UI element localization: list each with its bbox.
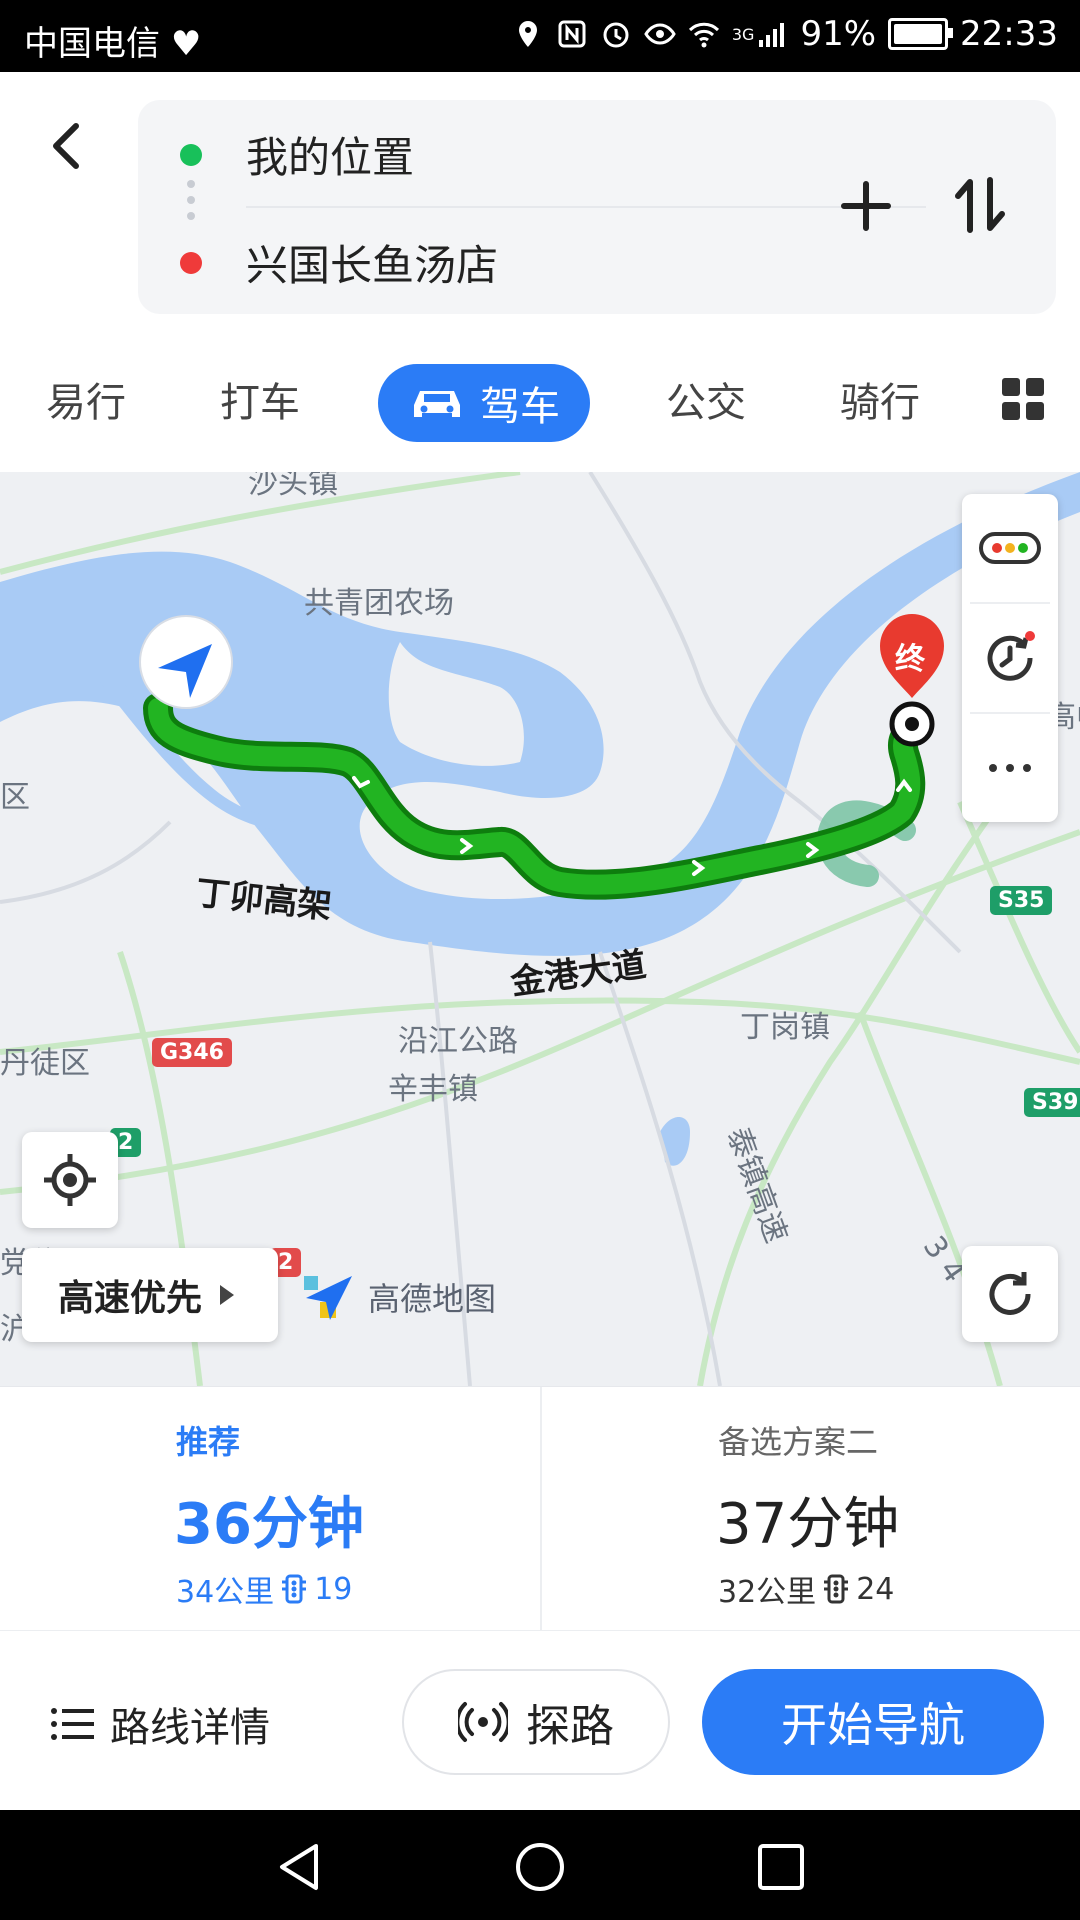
shield-s39: S39 [1024,1088,1080,1117]
route-connector [186,180,196,240]
locate-me-button[interactable] [22,1132,118,1228]
traffic-toggle-button[interactable] [962,494,1058,602]
more-options-button[interactable] [962,714,1058,822]
route-duration: 36分钟 [174,1492,364,1557]
nav-back-icon[interactable] [272,1840,326,1894]
tab-transit[interactable]: 公交 [666,370,746,428]
action-bar: 路线详情 探路 开始导航 [0,1630,1080,1811]
route-distance: 32公里 [718,1575,817,1610]
battery-percent: 91% [800,14,877,54]
nav-home-icon[interactable] [513,1840,567,1894]
route-preference-label: 高速优先 [58,1278,203,1319]
status-bar: 中国电信 ♥ 3G 91% 22:33 [0,0,1080,72]
time-plan-button[interactable] [962,604,1058,712]
route-info: 34公里 19 [176,1567,352,1611]
broadcast-icon [458,1702,508,1742]
wifi-icon [688,22,719,48]
route-preference-button[interactable]: 高速优先 [22,1248,278,1342]
current-location-marker [139,615,233,709]
route-details-button[interactable]: 路线详情 [50,1695,270,1753]
status-icons: 3G 91% 22:33 [512,14,1058,54]
amap-logo: 高德地图 [300,1272,496,1322]
route-tag: 备选方案二 [718,1423,879,1461]
more-modes-grid-icon[interactable] [1002,378,1044,420]
origin-dot-icon [180,144,202,166]
refresh-icon [989,1272,1031,1315]
triangle-right-icon [220,1285,235,1305]
route-distance: 34公里 [176,1575,275,1610]
nav-recents-icon[interactable] [754,1840,808,1894]
tab-easy-travel[interactable]: 易行 [46,370,126,428]
carrier-label: 中国电信 ♥ [24,16,201,65]
route-tag: 推荐 [176,1423,241,1461]
route-input-box: 我的位置 兴国长鱼汤店 [138,100,1056,314]
minor-road-3 [598,951,722,1386]
nfc-icon [558,20,586,48]
explore-road-label: 探路 [526,1701,614,1752]
tab-cycling[interactable]: 骑行 [840,370,920,428]
shield-g346: G346 [152,1038,232,1067]
signal-icon [759,23,785,47]
minor-road-1 [0,820,172,904]
route-divider [246,206,926,208]
start-navigation-button[interactable]: 开始导航 [702,1669,1044,1775]
traffic-light-icon [282,1574,307,1604]
end-marker-label: 终 [895,642,925,677]
clock: 22:33 [960,14,1058,54]
origin-field[interactable]: 我的位置 [246,124,414,185]
map-label-farm: 共青团农场 [304,586,454,621]
eye-icon [644,23,676,45]
battery-icon [888,18,954,50]
network-type: 3G [731,24,755,44]
travel-mode-tabs: 易行 打车 驾车 公交 骑行 [0,356,1080,452]
car-icon [414,391,460,417]
add-waypoint-button[interactable] [838,178,894,234]
tab-taxi[interactable]: 打车 [220,370,300,428]
list-icon [51,1708,94,1740]
route-details-label: 路线详情 [110,1705,270,1751]
tab-drive[interactable]: 驾车 [378,364,590,442]
more-dots-icon [989,764,1031,772]
map-label-river-road: 沿江公路 [398,1024,518,1059]
route-option-recommended[interactable]: 推荐 36分钟 34公里 19 [0,1387,540,1631]
swap-route-button[interactable] [950,174,1010,236]
route-lights: 19 [314,1571,353,1607]
shield-s35: S35 [990,886,1053,915]
traffic-light-icon [979,532,1041,564]
map-label-dinggang: 丁岗镇 [740,1010,830,1045]
route-duration: 37分钟 [716,1492,900,1557]
clock-refresh-icon [987,631,1035,681]
route-options: 推荐 36分钟 34公里 19 备选方案二 37分钟 32公里 24 [0,1386,1080,1631]
destination-field[interactable]: 兴国长鱼汤店 [246,232,498,293]
route-lights: 24 [856,1571,895,1607]
route-header: 我的位置 兴国长鱼汤店 [0,72,1080,322]
refresh-route-button[interactable] [962,1246,1058,1342]
crosshair-icon [44,1154,96,1206]
tab-drive-label: 驾车 [480,384,560,430]
back-arrow-icon[interactable] [38,116,98,176]
map-label-xinfeng: 辛丰镇 [388,1072,478,1107]
system-nav-bar [0,1810,1080,1920]
route-option-alternative[interactable]: 备选方案二 37分钟 32公里 24 [540,1387,1080,1631]
explore-road-button[interactable]: 探路 [402,1669,670,1775]
location-icon [518,21,537,47]
amap-logo-icon [304,1276,352,1320]
road-d [697,800,1003,1386]
lake-small [660,1117,690,1166]
map-view[interactable]: 终 沙头镇 共青团农场 区 丁卯高架 金港大道 沿江公路 辛丰镇 丁岗镇 丹徒区… [0,472,1080,1386]
carrier-name: 中国电信 [24,24,160,64]
map-label-top: 沙头镇 [248,472,338,501]
amap-logo-text: 高德地图 [368,1280,497,1318]
destination-dot-icon [180,252,202,274]
map-label-district-left: 区 [0,780,30,815]
route-info: 32公里 24 [718,1567,894,1611]
map-label-dantu: 丹徒区 [0,1046,90,1081]
heart-icon: ♥ [170,24,202,64]
map-tools-panel [962,494,1058,822]
alarm-icon [603,22,629,48]
traffic-light-icon [824,1574,849,1604]
